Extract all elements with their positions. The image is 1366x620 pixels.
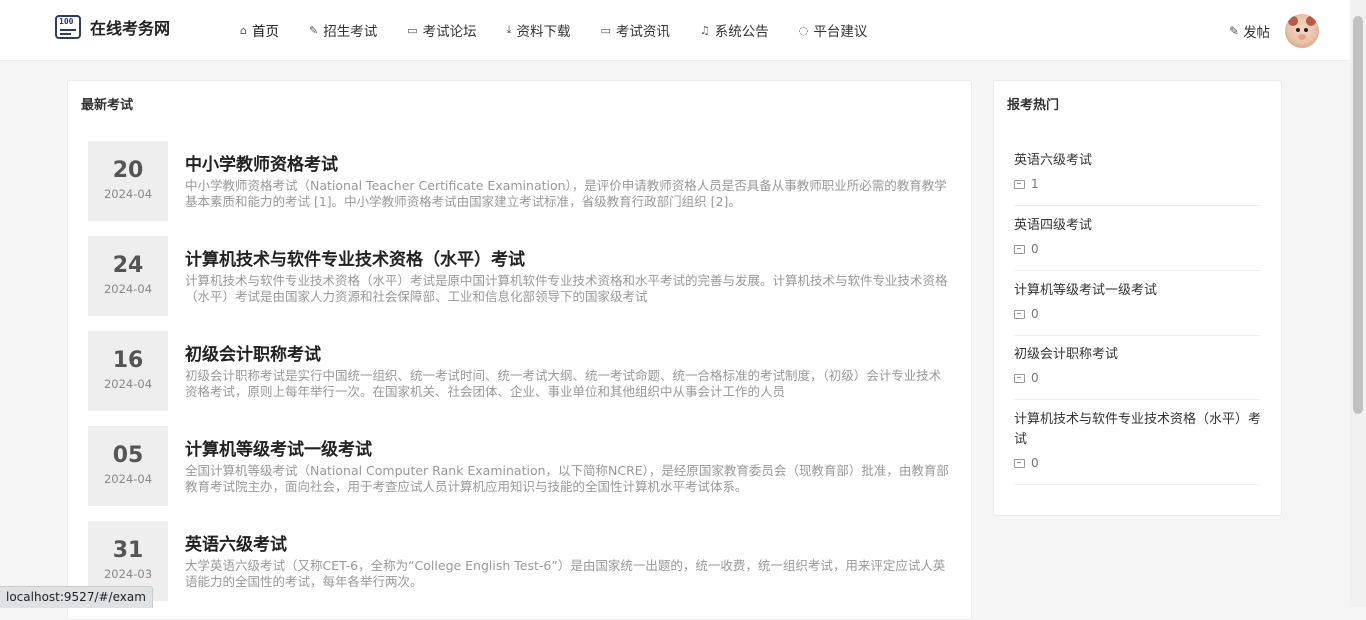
browser-status-url: localhost:9527/#/exam	[0, 586, 153, 608]
count-value: 0	[1031, 307, 1039, 321]
date-year-month: 2024-04	[103, 282, 153, 296]
chat-icon: ◌	[798, 23, 809, 37]
edit-icon: ✎	[1229, 24, 1240, 38]
popular-exam-name[interactable]: 计算机等级考试一级考试	[1014, 281, 1261, 301]
exam-title[interactable]: 初级会计职称考试	[185, 340, 321, 365]
top-header: 100 在线考务网 ⌂ 首页 ✎ 招生考试 ▭ 考试论坛 ⤓ 资料下载 ▭ 考试…	[0, 0, 1350, 61]
exam-description: 初级会计职称考试是实行中国统一组织、统一考试时间、统一考试大纲、统一考试命题、统…	[185, 368, 942, 399]
popular-exam-count: 0	[1014, 242, 1261, 256]
popular-exam-name[interactable]: 初级会计职称考试	[1014, 345, 1261, 365]
date-box: 05 2024-04	[88, 426, 168, 506]
count-value: 1	[1031, 177, 1039, 191]
bell-icon: ♫	[699, 23, 710, 37]
date-box: 20 2024-04	[88, 141, 168, 221]
date-year-month: 2024-04	[103, 187, 153, 201]
list-item[interactable]: 计算机技术与软件专业技术资格（水平）考试 0	[1014, 410, 1261, 485]
date-year-month: 2024-04	[103, 377, 153, 391]
message-icon	[1014, 244, 1025, 254]
date-day: 31	[112, 538, 144, 563]
nav-item-admissions[interactable]: ✎ 招生考试	[308, 20, 378, 41]
chat-icon: ▭	[600, 23, 611, 37]
list-item[interactable]: 计算机等级考试一级考试 0	[1014, 281, 1261, 336]
count-value: 0	[1031, 242, 1039, 256]
count-value: 0	[1031, 456, 1039, 470]
popular-exam-name[interactable]: 英语六级考试	[1014, 151, 1261, 171]
nav-label: 招生考试	[323, 24, 378, 40]
scrollbar-thumb[interactable]	[1353, 16, 1363, 414]
date-day: 16	[112, 348, 144, 373]
popular-exam-count: 0	[1014, 371, 1261, 385]
latest-exams-card: 最新考试 20 2024-04 中小学教师资格考试 中小学教师资格考试（Nati…	[67, 80, 972, 620]
nav-item-news[interactable]: ▭ 考试资讯	[600, 20, 670, 41]
popular-exam-count: 0	[1014, 307, 1261, 321]
date-year-month: 2024-03	[103, 567, 153, 581]
date-year-month: 2024-04	[103, 472, 153, 486]
count-value: 0	[1031, 371, 1039, 385]
download-icon: ⤓	[506, 23, 512, 36]
exam-title[interactable]: 计算机技术与软件专业技术资格（水平）考试	[185, 245, 525, 270]
nav-item-downloads[interactable]: ⤓ 资料下载	[507, 20, 571, 40]
exam-title[interactable]: 英语六级考试	[185, 530, 287, 555]
card-title: 最新考试	[81, 98, 134, 113]
list-item[interactable]: 英语四级考试 0	[1014, 216, 1261, 271]
exam-description: 大学英语六级考试（又称CET-6，全称为“College English Tes…	[185, 558, 946, 589]
user-avatar[interactable]	[1285, 14, 1319, 48]
logo-badge-text: 100	[59, 17, 74, 26]
exam-item[interactable]: 16 2024-04 初级会计职称考试 初级会计职称考试是实行中国统一组织、统一…	[88, 331, 953, 411]
exam-title[interactable]: 计算机等级考试一级考试	[185, 435, 372, 460]
nav-item-forum[interactable]: ▭ 考试论坛	[407, 20, 477, 41]
nav-item-home[interactable]: ⌂ 首页	[240, 20, 279, 41]
message-icon	[1014, 458, 1025, 468]
post-label: 发帖	[1243, 25, 1271, 41]
popular-exam-name[interactable]: 计算机技术与软件专业技术资格（水平）考试	[1014, 410, 1261, 450]
exam-item[interactable]: 24 2024-04 计算机技术与软件专业技术资格（水平）考试 计算机技术与软件…	[88, 236, 953, 316]
message-icon	[1014, 179, 1025, 189]
nav-label: 系统公告	[714, 24, 769, 40]
main-nav: ⌂ 首页 ✎ 招生考试 ▭ 考试论坛 ⤓ 资料下载 ▭ 考试资讯 ♫ 系统公告 …	[240, 0, 897, 60]
popular-exam-count: 0	[1014, 456, 1261, 470]
popular-exam-count: 1	[1014, 177, 1261, 191]
nav-item-suggestions[interactable]: ◌ 平台建议	[798, 20, 868, 41]
exam-title[interactable]: 中小学教师资格考试	[185, 150, 338, 175]
date-day: 20	[112, 158, 144, 183]
popular-exams-card: 报考热门 英语六级考试 1 英语四级考试 0 计算机等级考试一级考试 0 初级会…	[993, 80, 1282, 516]
list-item[interactable]: 英语六级考试 1	[1014, 151, 1261, 206]
home-icon: ⌂	[240, 23, 247, 37]
exam-description: 计算机技术与软件专业技术资格（水平）考试是原中国计算机软件专业技术资格和水平考试…	[185, 273, 948, 304]
message-icon	[1014, 373, 1025, 383]
popular-exam-name[interactable]: 英语四级考试	[1014, 216, 1261, 236]
logo-text: 在线考务网	[90, 19, 171, 38]
date-day: 24	[112, 253, 144, 278]
date-box: 16 2024-04	[88, 331, 168, 411]
nav-item-announcements[interactable]: ♫ 系统公告	[699, 20, 769, 41]
logo-icon: 100	[55, 15, 81, 39]
page-scrollbar[interactable]	[1350, 0, 1366, 607]
message-icon	[1014, 309, 1025, 319]
exam-item[interactable]: 31 2024-03 英语六级考试 大学英语六级考试（又称CET-6，全称为“C…	[88, 521, 953, 601]
exam-description: 全国计算机等级考试（National Computer Rank Examina…	[185, 463, 949, 494]
nav-label: 平台建议	[813, 24, 868, 40]
nav-label: 资料下载	[516, 24, 571, 40]
date-day: 05	[112, 443, 144, 468]
exam-item[interactable]: 20 2024-04 中小学教师资格考试 中小学教师资格考试（National …	[88, 141, 953, 221]
site-logo[interactable]: 100 在线考务网	[55, 15, 170, 39]
post-button[interactable]: ✎ 发帖	[1229, 21, 1270, 41]
nav-label: 首页	[251, 24, 279, 40]
exam-description: 中小学教师资格考试（National Teacher Certificate E…	[185, 178, 947, 209]
chat-icon: ▭	[407, 23, 418, 37]
date-box: 24 2024-04	[88, 236, 168, 316]
card-title: 报考热门	[1007, 98, 1060, 113]
list-item[interactable]: 初级会计职称考试 0	[1014, 345, 1261, 400]
nav-label: 考试论坛	[422, 24, 477, 40]
pen-icon: ✎	[308, 23, 319, 37]
nav-label: 考试资讯	[615, 24, 670, 40]
exam-item[interactable]: 05 2024-04 计算机等级考试一级考试 全国计算机等级考试（Nationa…	[88, 426, 953, 506]
